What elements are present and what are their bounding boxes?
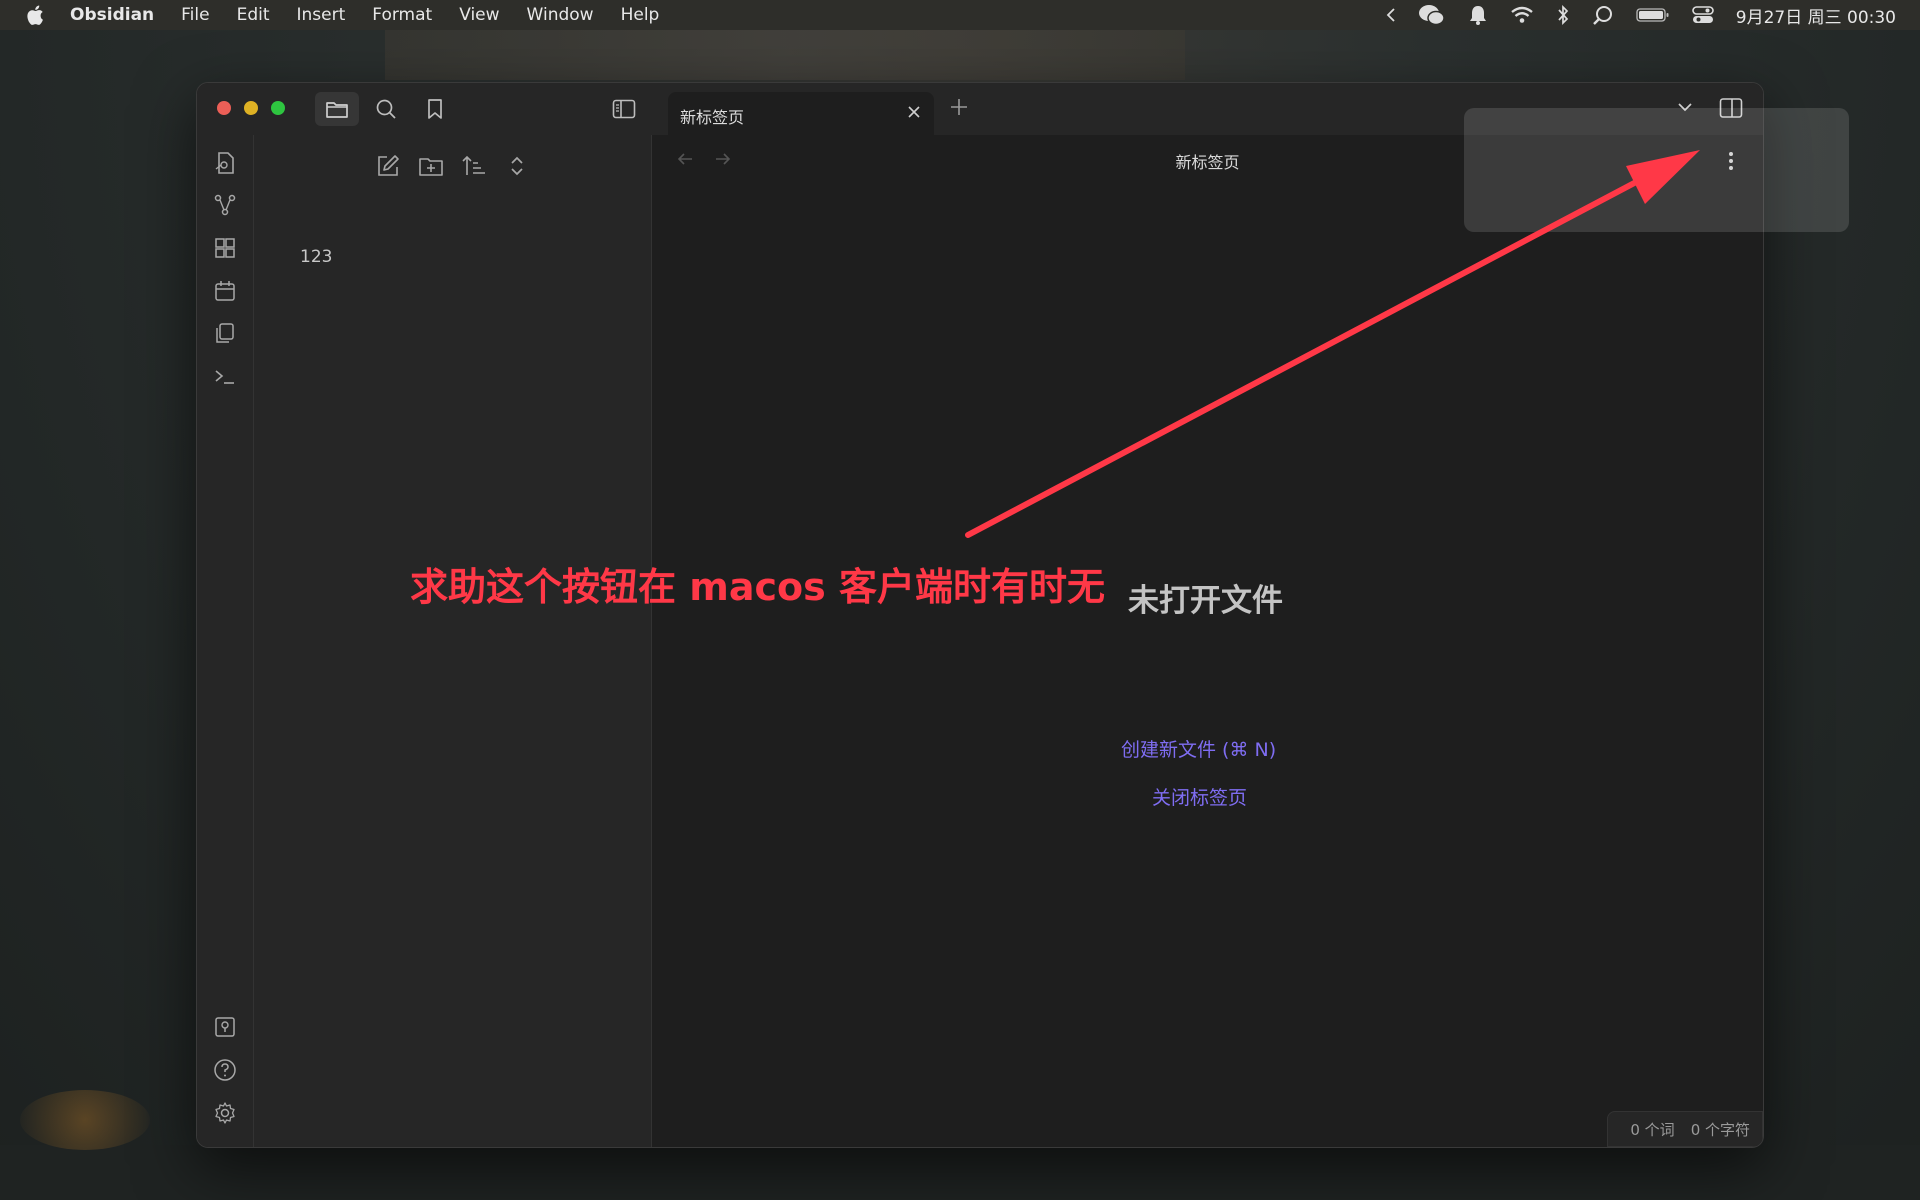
close-tab-link[interactable]: 关闭标签页	[1152, 783, 1247, 810]
menu-help[interactable]: Help	[621, 5, 660, 25]
calendar-icon[interactable]	[213, 279, 237, 303]
terminal-icon[interactable]	[213, 364, 237, 388]
left-ribbon	[197, 135, 254, 1147]
sort-order-icon[interactable]	[461, 153, 487, 179]
menu-app-name[interactable]: Obsidian	[70, 5, 154, 25]
menu-format[interactable]: Format	[372, 5, 432, 25]
search-icon	[376, 99, 396, 119]
close-tab-icon[interactable]	[906, 104, 922, 120]
wallpaper-glow	[20, 1090, 150, 1150]
close-window-button[interactable]	[217, 101, 231, 115]
zoom-window-button[interactable]	[271, 101, 285, 115]
menu-file[interactable]: File	[181, 5, 209, 25]
wechat-icon[interactable]	[1418, 4, 1446, 26]
settings-gear-icon[interactable]	[213, 1101, 237, 1125]
expand-collapse-icon[interactable]	[504, 153, 530, 179]
menu-view[interactable]: View	[459, 5, 499, 25]
menu-edit[interactable]: Edit	[237, 5, 270, 25]
file-explorer-pane: 123	[254, 135, 652, 1147]
tab-new-tab[interactable]: 新标签页	[668, 92, 934, 135]
main-editor-pane: 新标签页 未打开文件 创建新文件 (⌘ N) 关闭标签页 0 个词 0 个字符	[652, 135, 1763, 1147]
notification-bell-icon[interactable]	[1468, 4, 1488, 26]
bookmarks-tab-button[interactable]	[413, 92, 457, 126]
new-note-icon[interactable]	[375, 153, 401, 179]
files-tab-button[interactable]	[315, 92, 359, 126]
wifi-icon[interactable]	[1510, 6, 1534, 24]
graph-view-icon[interactable]	[213, 193, 237, 217]
annotation-text: 求助这个按钮在 macos 客户端时有时无	[410, 565, 1105, 609]
quick-switcher-icon[interactable]	[213, 151, 237, 175]
folder-icon	[326, 102, 348, 118]
sidebar-left-icon	[612, 99, 636, 119]
help-icon[interactable]	[213, 1058, 237, 1082]
open-vault-icon[interactable]	[213, 1015, 237, 1039]
wallpaper-bottom	[0, 1145, 1920, 1200]
tab-title: 新标签页	[680, 108, 745, 127]
minimize-window-button[interactable]	[244, 101, 258, 115]
bluetooth-icon[interactable]	[1556, 4, 1570, 26]
word-count: 0 个词	[1630, 1120, 1675, 1139]
toggle-left-sidebar-button[interactable]	[602, 92, 646, 126]
menu-insert[interactable]: Insert	[297, 5, 346, 25]
control-center-icon[interactable]	[1691, 5, 1714, 25]
new-folder-icon[interactable]	[418, 153, 444, 179]
file-tree-item[interactable]: 123	[300, 247, 332, 267]
char-count: 0 个字符	[1690, 1120, 1750, 1139]
menu-bar-clock[interactable]: 9月27日 周三 00:30	[1736, 3, 1896, 28]
spotlight-icon[interactable]	[1592, 4, 1614, 26]
empty-state-title: 未打开文件	[1128, 583, 1283, 619]
search-tab-button[interactable]	[364, 92, 408, 126]
create-new-file-link[interactable]: 创建新文件 (⌘ N)	[1121, 735, 1276, 762]
canvas-icon[interactable]	[213, 236, 237, 260]
menu-bar-extras: 9月27日 周三 00:30	[1386, 0, 1896, 30]
templates-icon[interactable]	[213, 321, 237, 345]
status-bar: 0 个词 0 个字符	[1607, 1111, 1763, 1147]
obsidian-window: 新标签页 123 新标签页 未打开文件 创建新文件 (⌘ N) 关闭标签页 0 …	[196, 82, 1764, 1148]
menu-window[interactable]: Window	[527, 5, 594, 25]
chevron-left-icon[interactable]	[1386, 7, 1396, 23]
new-tab-plus-icon[interactable]	[949, 97, 969, 117]
battery-icon[interactable]	[1636, 7, 1670, 23]
macos-menu-bar: Obsidian File Edit Insert Format View Wi…	[0, 0, 1920, 30]
apple-logo-icon[interactable]	[26, 5, 44, 25]
highlight-overlay	[1464, 108, 1849, 232]
bookmark-icon	[428, 99, 442, 119]
wallpaper-detail	[385, 30, 1185, 80]
